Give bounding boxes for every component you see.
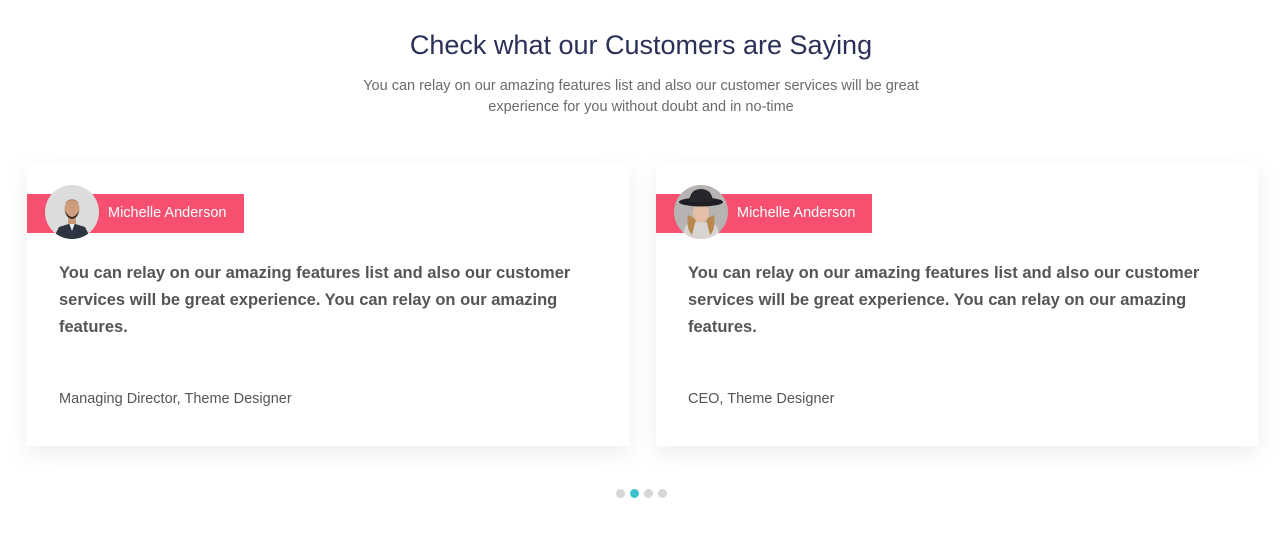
carousel-dot-2[interactable]: [630, 488, 639, 498]
avatar: [674, 185, 728, 239]
carousel-dot-1[interactable]: [616, 488, 625, 498]
section-subtitle: You can relay on our amazing features li…: [363, 78, 919, 115]
testimonial-card: Michelle Anderson You can relay on our a…: [656, 162, 1258, 446]
testimonial-quote: You can relay on our amazing features li…: [688, 264, 1200, 336]
testimonial-quote: You can relay on our amazing features li…: [59, 264, 571, 336]
customer-role: Managing Director, Theme Designer: [59, 391, 292, 407]
customer-role: CEO, Theme Designer: [688, 391, 835, 407]
carousel-pagination: [616, 488, 667, 498]
man-in-suit-avatar-icon: [45, 185, 99, 239]
woman-in-hat-avatar-icon: [674, 185, 728, 239]
carousel-dot-4[interactable]: [658, 488, 667, 498]
carousel-dot-3[interactable]: [644, 488, 653, 498]
avatar: [45, 185, 99, 239]
section-title: Check what our Customers are Saying: [409, 30, 873, 60]
testimonial-card: Michelle Anderson You can relay on our a…: [27, 162, 629, 446]
